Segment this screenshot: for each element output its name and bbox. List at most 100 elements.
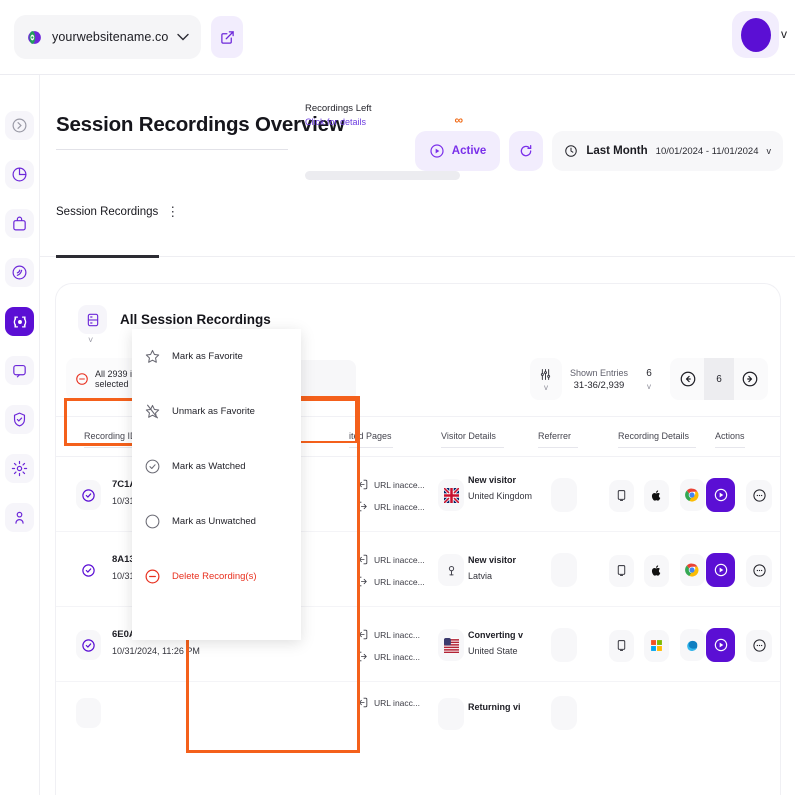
row-checkbox[interactable] (76, 698, 101, 728)
exit-page: URL inacce... (356, 575, 425, 588)
sidebar-item-settings[interactable] (5, 454, 34, 483)
sidebar-item-privacy[interactable] (5, 405, 34, 434)
exit-page-label: URL inacce... (374, 502, 425, 512)
globe-icon (26, 29, 43, 46)
row-more-button[interactable] (746, 630, 772, 662)
vertical-dots-icon[interactable]: ⋮ (166, 204, 179, 227)
recordings-left-link[interactable]: Click for details (305, 117, 465, 127)
visitor-type: New visitor (468, 555, 540, 565)
pagination: 6 (670, 358, 768, 400)
chevron-down-icon: v (544, 383, 548, 392)
exit-page: URL inacc... (356, 650, 420, 663)
avatar[interactable]: v (732, 11, 779, 58)
exit-page: URL inacce... (356, 500, 425, 513)
chevron-down-icon: v (767, 147, 772, 156)
play-recording-button[interactable] (706, 628, 735, 662)
row-checkbox[interactable] (76, 555, 101, 585)
status-badge-active[interactable]: Active (415, 131, 501, 171)
desktop-icon (609, 480, 634, 512)
sidebar (0, 75, 40, 795)
visitor-location: Latvia (468, 570, 540, 583)
waves-icon (5, 258, 34, 287)
table-row[interactable]: URL inacc... Returning vi (56, 682, 780, 722)
open-site-button[interactable] (211, 16, 243, 58)
sidebar-item-feedback[interactable] (5, 356, 34, 385)
chrome-icon (680, 554, 705, 586)
visitor-location: United State (468, 645, 546, 658)
menu-item-delete-recordings[interactable]: Delete Recording(s) (132, 549, 301, 604)
row-more-button[interactable] (746, 480, 772, 512)
date-range-selector[interactable]: Last Month 10/01/2024 - 11/01/2024 v (552, 131, 783, 171)
visitor-type: Returning vi (468, 702, 521, 712)
entry-page: URL inacc... (356, 628, 420, 641)
sidebar-item-heatmaps[interactable] (5, 258, 34, 287)
page-size-value: 6 (636, 368, 662, 379)
row-checkbox[interactable] (76, 630, 101, 660)
referrer-placeholder (551, 628, 577, 662)
menu-item-mark-favorite[interactable]: Mark as Favorite (132, 329, 301, 384)
column-header-recording-details[interactable]: Recording Details (618, 431, 689, 441)
shown-entries: Shown Entries 31-36/2,939 (570, 368, 628, 391)
sidebar-item-analytics[interactable] (5, 160, 34, 189)
shown-entries-value: 31-36/2,939 (570, 380, 628, 391)
star-slash-icon (144, 403, 161, 420)
clock-icon (564, 144, 578, 158)
column-header-referrer[interactable]: Referrer (538, 431, 571, 441)
desktop-icon (609, 555, 634, 587)
referrer-placeholder (551, 478, 577, 512)
tab-session-recordings[interactable]: Session Recordings (56, 206, 158, 227)
menu-item-label: Mark as Unwatched (172, 516, 256, 527)
column-header-visited-pages[interactable]: ited Pages (349, 431, 392, 441)
page-header: Session Recordings Overview Recordings L… (40, 75, 795, 185)
recordings-left-value: ∞ (454, 113, 463, 127)
page-size-selector[interactable]: 6 v (636, 368, 662, 391)
refresh-button[interactable] (509, 131, 543, 171)
latvia-flag-icon (438, 554, 464, 586)
chevron-down-icon: ˅ (88, 335, 93, 345)
next-page-button[interactable] (736, 365, 764, 393)
refresh-icon (518, 143, 534, 159)
recording-date: 10/31/2024, 11:26 PM (112, 646, 200, 656)
star-outline-icon (144, 348, 161, 365)
sidebar-item-session-recordings[interactable] (5, 307, 34, 336)
site-selector[interactable]: yourwebsitename.co (14, 15, 201, 59)
current-page[interactable]: 6 (704, 358, 734, 400)
column-header-visitor-details[interactable]: Visitor Details (441, 431, 496, 441)
referrer-placeholder (551, 696, 577, 730)
row-more-button[interactable] (746, 555, 772, 587)
recordings-left-label: Recordings Left (305, 103, 465, 114)
entry-page-label: URL inacc... (374, 630, 420, 640)
play-recording-button[interactable] (706, 478, 735, 512)
menu-item-mark-unwatched[interactable]: Mark as Unwatched (132, 494, 301, 549)
site-name-label: yourwebsitename.co (52, 30, 168, 44)
sidebar-item-funnels[interactable] (5, 209, 34, 238)
column-header-actions[interactable]: Actions (715, 431, 745, 441)
list-view-icon[interactable]: ˅ (78, 305, 107, 334)
sidebar-item-account[interactable] (5, 503, 34, 532)
empty-circle-icon (144, 513, 161, 530)
entry-page: URL inacce... (356, 553, 425, 566)
card-title: All Session Recordings (120, 312, 271, 327)
play-recording-button[interactable] (706, 553, 735, 587)
sidebar-item-collapse-toggle[interactable] (5, 111, 34, 140)
arrow-right-circle-icon (5, 111, 34, 140)
toolbar-right: v Shown Entries 31-36/2,939 6 v (530, 358, 768, 400)
tab-bar: Session Recordings ⋮ (40, 185, 795, 227)
recordings-left-block[interactable]: Recordings Left Click for details ∞ (305, 103, 465, 127)
menu-item-label: Delete Recording(s) (172, 571, 256, 582)
flag-icon (438, 698, 464, 730)
menu-item-label: Mark as Watched (172, 461, 246, 472)
app-root: yourwebsitename.co v (0, 0, 795, 795)
row-checkbox[interactable] (76, 480, 101, 510)
title-divider (56, 149, 288, 150)
filter-button[interactable]: v (530, 358, 562, 400)
menu-item-mark-watched[interactable]: Mark as Watched (132, 439, 301, 494)
chevron-down-icon (177, 33, 189, 41)
exit-page-label: URL inacc... (374, 652, 420, 662)
entry-page: URL inacc... (356, 696, 420, 709)
play-circle-icon (429, 143, 445, 159)
external-link-icon (220, 30, 235, 45)
visitor-type: New visitor (468, 475, 540, 485)
prev-page-button[interactable] (674, 365, 702, 393)
menu-item-unmark-favorite[interactable]: Unmark as Favorite (132, 384, 301, 439)
